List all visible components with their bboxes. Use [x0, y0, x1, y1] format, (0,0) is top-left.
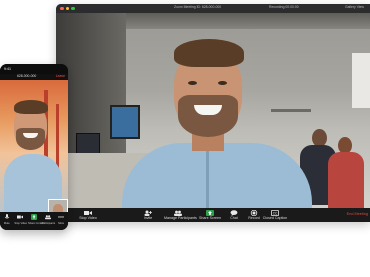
closed-caption-label: Closed Caption	[262, 216, 288, 220]
more-icon	[55, 214, 67, 222]
invite-button[interactable]: Invite	[134, 209, 162, 221]
manage-participants-button[interactable]: Manage Participants	[164, 209, 197, 221]
phone-video-feed	[0, 80, 68, 214]
manage-participants-label: Manage Participants	[164, 216, 197, 220]
phone-status-bar: 9:41	[0, 64, 68, 74]
phone-leave-button[interactable]: Leave	[56, 74, 65, 78]
recording-indicator: Recording 00:00:00	[269, 5, 299, 9]
phone-participants-button[interactable]: Participants	[41, 214, 56, 225]
phone-stop-video-button[interactable]: Stop Video	[14, 214, 28, 225]
mobile-phone: 9:41 628-000-000 Leave Mute Stop Video S…	[0, 64, 68, 230]
phone-toolbar: Mute Stop Video Share Content Participan…	[0, 212, 68, 230]
phone-speaker-person	[4, 100, 62, 214]
phone-participants-label: Participants	[41, 222, 56, 225]
phone-mute-label: Mute	[3, 222, 10, 225]
microphone-icon	[1, 214, 13, 222]
svg-text:CC: CC	[273, 211, 278, 215]
invite-label: Invite	[143, 216, 153, 220]
phone-mute-button[interactable]: Mute	[1, 214, 13, 225]
phone-more-button[interactable]: More	[55, 214, 67, 225]
background-window	[352, 53, 370, 108]
meeting-toolbar: Stop Video Invite Manage Participants Sh…	[56, 208, 370, 222]
phone-share-button[interactable]: Share Content	[27, 214, 45, 225]
participants-icon	[42, 214, 54, 222]
stop-video-label: Stop Video	[79, 216, 97, 220]
closed-caption-button[interactable]: CC Closed Caption	[261, 209, 289, 221]
close-window-button[interactable]	[60, 6, 64, 11]
background-person-2	[328, 137, 364, 208]
phone-share-label: Share Content	[27, 222, 45, 225]
main-video-feed	[56, 13, 370, 208]
end-meeting-button[interactable]: End Meeting	[347, 212, 368, 216]
phone-meeting-id: 628-000-000	[17, 74, 37, 78]
speaker-person	[122, 39, 312, 208]
minimize-window-button[interactable]	[65, 6, 70, 11]
video-camera-icon	[14, 214, 26, 222]
window-title: Zoom Meeting ID: 628-000-000	[174, 5, 222, 9]
maximize-window-button[interactable]	[71, 6, 75, 11]
stop-video-button[interactable]: Stop Video	[74, 209, 102, 221]
gallery-view-button[interactable]: Gallery View	[345, 5, 364, 9]
share-icon	[28, 214, 40, 222]
desktop-window: Zoom Meeting ID: 628-000-000 Recording 0…	[56, 4, 370, 222]
phone-time: 9:41	[4, 67, 11, 71]
phone-more-label: More	[58, 222, 65, 225]
phone-stop-video-label: Stop Video	[14, 222, 28, 225]
title-bar: Zoom Meeting ID: 628-000-000 Recording 0…	[56, 4, 370, 13]
